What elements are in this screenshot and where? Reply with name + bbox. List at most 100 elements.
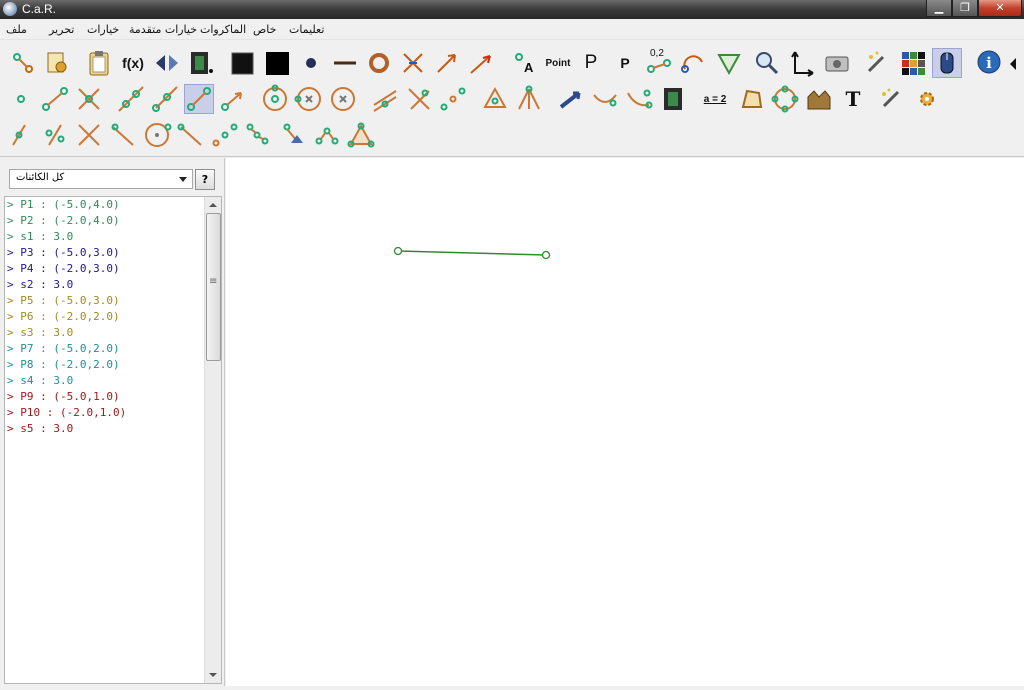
move-tool[interactable] — [8, 48, 38, 78]
list-item[interactable]: > P7 : (-5.0,2.0) — [7, 341, 120, 357]
list-item[interactable]: > s4 : 3.0 — [7, 373, 73, 389]
point-small-tool[interactable] — [6, 84, 36, 114]
fill-black-icon[interactable] — [262, 48, 292, 78]
point-p1[interactable] — [393, 246, 403, 256]
menu-edit[interactable]: تحرير — [49, 23, 74, 36]
midpoint-tool[interactable] — [438, 84, 468, 114]
translate-tool[interactable] — [278, 120, 308, 150]
color-black-icon[interactable] — [227, 48, 257, 78]
circle-3p-tool[interactable] — [294, 84, 324, 114]
sparkle-wand-icon[interactable] — [876, 84, 906, 114]
help-button[interactable]: ? — [195, 169, 215, 190]
move-point-tool[interactable] — [556, 84, 586, 114]
axes-icon[interactable] — [786, 48, 816, 78]
vector-icon[interactable] — [432, 48, 462, 78]
chain-tool[interactable] — [244, 120, 274, 150]
angle-bisector-tool[interactable] — [514, 84, 544, 114]
text-tool[interactable]: T — [838, 84, 868, 114]
list-item[interactable]: > P3 : (-5.0,3.0) — [7, 245, 120, 261]
intersection-tool[interactable] — [74, 84, 104, 114]
point-label-tool[interactable]: A — [510, 48, 540, 78]
menu-file[interactable]: ملف — [6, 23, 27, 36]
menu-help[interactable]: تعليمات — [289, 23, 324, 36]
name-small-tool[interactable]: P — [610, 48, 640, 78]
name-tool[interactable]: P — [576, 48, 606, 78]
drawing-canvas[interactable] — [226, 158, 1024, 686]
list-item[interactable]: > s3 : 3.0 — [7, 325, 73, 341]
delete-tool[interactable] — [40, 120, 70, 150]
list-item[interactable]: > s2 : 3.0 — [7, 277, 73, 293]
arc-tool[interactable] — [678, 48, 708, 78]
zoom-icon[interactable] — [752, 48, 782, 78]
toolbar-scroll-icon[interactable] — [1010, 58, 1016, 70]
menu-macros[interactable]: الماكروات — [200, 23, 246, 36]
hide-tool[interactable] — [4, 120, 34, 150]
expression-tool[interactable]: a = 2 — [698, 84, 732, 114]
ray-icon[interactable] — [466, 48, 496, 78]
settings-gear-icon[interactable] — [912, 84, 942, 114]
conic-tool[interactable] — [770, 84, 800, 114]
info-icon[interactable]: i — [974, 48, 1004, 78]
circle-tool[interactable] — [260, 84, 290, 114]
function-tool[interactable]: f(x) — [118, 48, 148, 78]
ray-tool[interactable] — [150, 84, 180, 114]
point-tool[interactable]: Point — [542, 48, 574, 78]
menu-special[interactable]: خاص — [253, 23, 276, 36]
segment-selected-tool[interactable] — [184, 84, 214, 114]
list-item[interactable]: > P1 : (-5.0,4.0) — [7, 197, 120, 213]
circle-center-tool[interactable] — [142, 120, 172, 150]
intersection-arrows-icon[interactable] — [398, 48, 428, 78]
scroll-down-icon[interactable] — [205, 667, 221, 683]
dotted-points-tool[interactable] — [210, 120, 240, 150]
grid-colors-icon[interactable] — [898, 48, 928, 78]
segment-tool[interactable] — [40, 84, 70, 114]
circle-style-icon[interactable] — [364, 48, 394, 78]
list-item[interactable]: > s5 : 3.0 — [7, 421, 73, 437]
list-scrollbar[interactable] — [204, 197, 221, 683]
angle-tool[interactable] — [714, 48, 744, 78]
trace-tool[interactable] — [590, 84, 620, 114]
cross-lines-tool[interactable] — [74, 120, 104, 150]
reflect-line-tool[interactable] — [176, 120, 206, 150]
point-p2[interactable] — [541, 250, 551, 260]
drag-mouse-icon[interactable] — [932, 48, 962, 78]
mirror-tool[interactable] — [108, 120, 138, 150]
fixed-segment-tool[interactable] — [218, 84, 248, 114]
list-item[interactable]: > P9 : (-5.0,1.0) — [7, 389, 120, 405]
load-macro-icon[interactable] — [42, 48, 72, 78]
reflect-icon[interactable] — [152, 48, 182, 78]
minimize-button[interactable]: ▁ — [926, 0, 952, 17]
camera-icon[interactable] — [822, 48, 852, 78]
triangle-tool[interactable] — [346, 120, 376, 150]
point-style-icon[interactable] — [296, 48, 326, 78]
magic-wand-icon[interactable] — [862, 48, 892, 78]
image-tool[interactable] — [804, 84, 834, 114]
segment-s1[interactable] — [397, 250, 547, 256]
object-list[interactable]: > P1 : (-5.0,4.0) > P2 : (-2.0,4.0) > s1… — [4, 196, 222, 684]
list-item[interactable]: > P4 : (-2.0,3.0) — [7, 261, 120, 277]
parallel-tool[interactable] — [370, 84, 400, 114]
line-tool[interactable] — [116, 84, 146, 114]
list-item[interactable]: > P10 : (-2.0,1.0) — [7, 405, 126, 421]
perpendicular-tool[interactable] — [404, 84, 434, 114]
animation-icon[interactable] — [186, 48, 216, 78]
polygon-tool[interactable] — [736, 84, 766, 114]
list-item[interactable]: > P2 : (-2.0,4.0) — [7, 213, 120, 229]
scroll-up-icon[interactable] — [205, 197, 221, 213]
list-item[interactable]: > P5 : (-5.0,3.0) — [7, 293, 120, 309]
list-item[interactable]: > P6 : (-2.0,2.0) — [7, 309, 120, 325]
close-button[interactable]: ✕ — [978, 0, 1022, 17]
line-thickness-icon[interactable] — [330, 48, 360, 78]
animate-tool[interactable] — [658, 84, 688, 114]
maximize-button[interactable]: ❐ — [952, 0, 978, 17]
clipboard-icon[interactable] — [84, 48, 114, 78]
list-item[interactable]: > P8 : (-2.0,2.0) — [7, 357, 120, 373]
locus-tool[interactable] — [624, 84, 654, 114]
object-filter-select[interactable]: كل الكائنات — [9, 169, 193, 189]
menu-options[interactable]: خيارات — [87, 23, 119, 36]
scroll-thumb[interactable] — [206, 213, 221, 361]
fixed-circle-tool[interactable] — [328, 84, 358, 114]
rotate-tool[interactable] — [312, 120, 342, 150]
list-item[interactable]: > s1 : 3.0 — [7, 229, 73, 245]
coordinates-tool[interactable]: 0,2 — [644, 48, 674, 78]
